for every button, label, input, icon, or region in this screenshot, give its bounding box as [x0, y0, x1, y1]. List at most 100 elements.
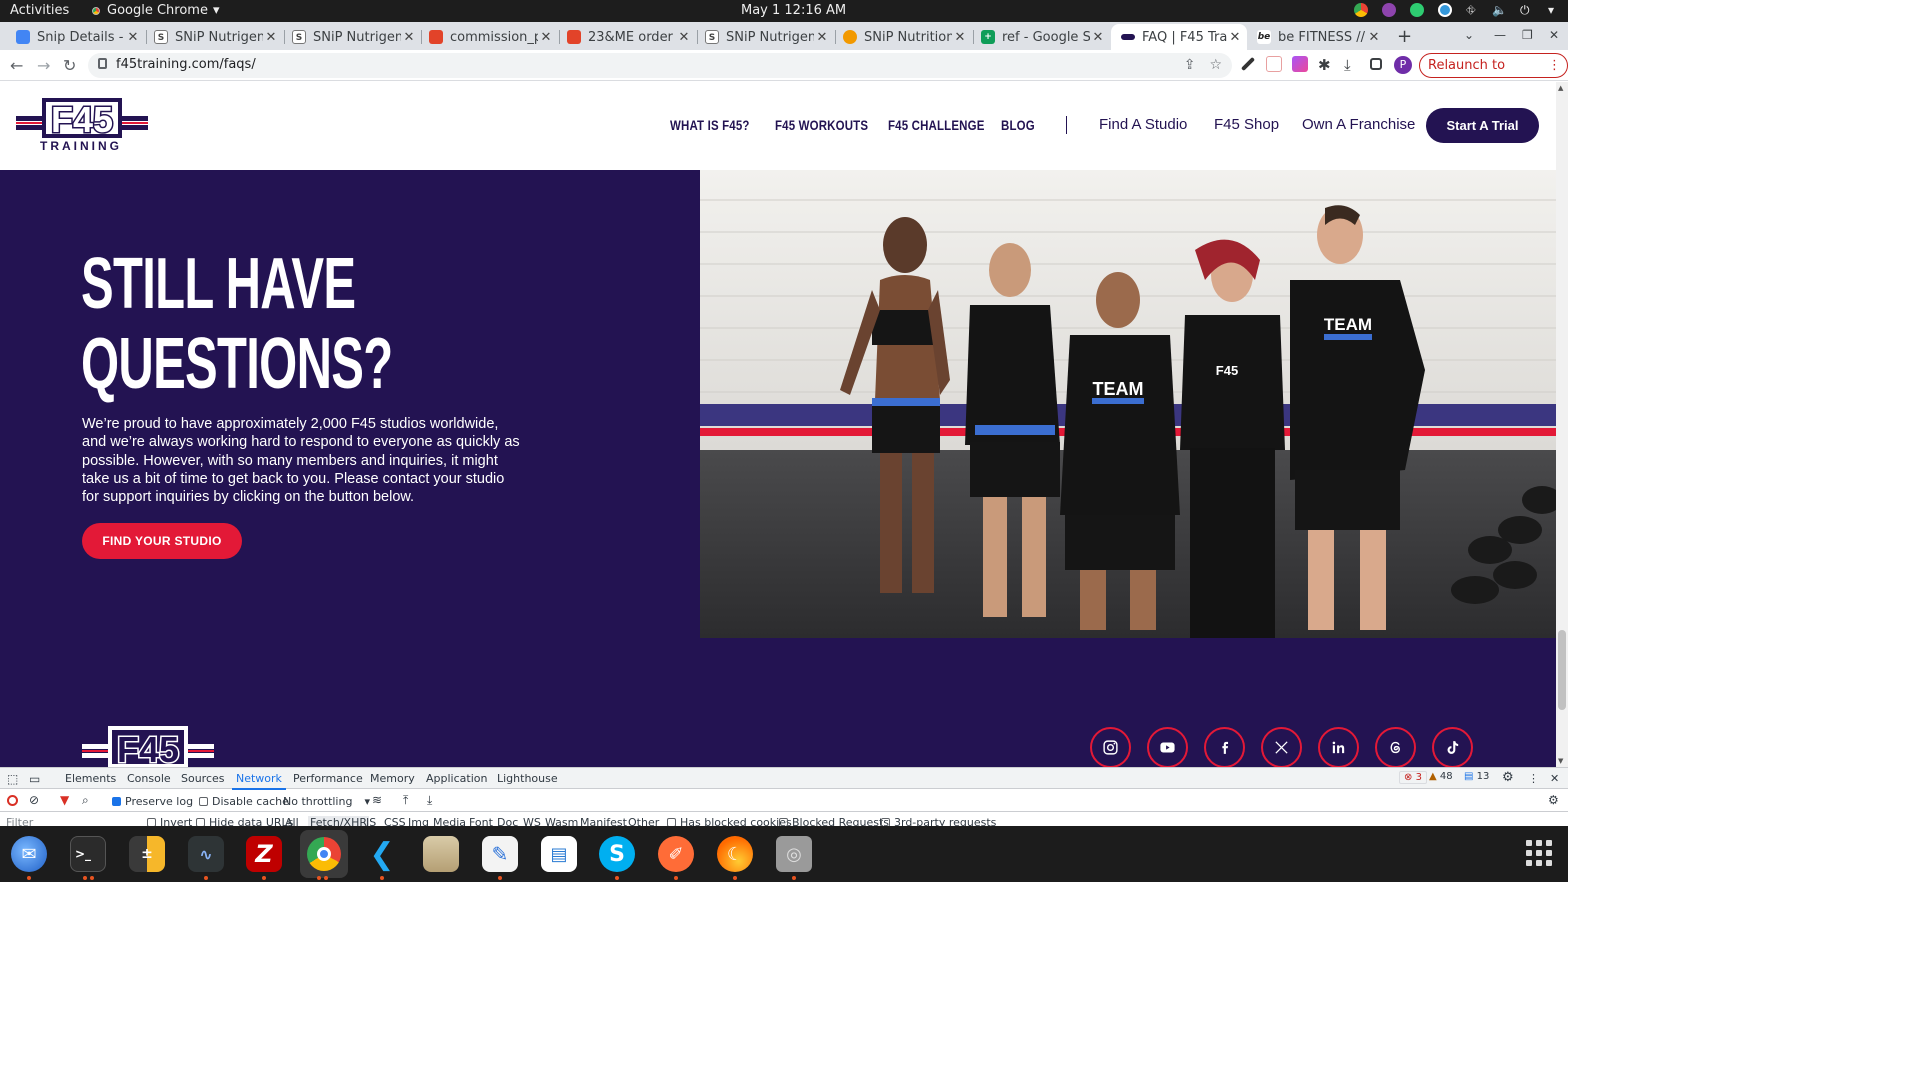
nav-blog[interactable]: BLOG	[1001, 117, 1035, 133]
devtools-tab-application[interactable]: Application	[426, 772, 487, 785]
nav-f45-shop[interactable]: F45 Shop	[1214, 116, 1279, 133]
clear-icon[interactable]: ⊘	[29, 793, 39, 807]
nav-f45-challenge[interactable]: F45 CHALLENGE	[888, 117, 985, 133]
bookmark-star-icon[interactable]: ☆	[1209, 57, 1222, 73]
instagram-icon[interactable]	[1090, 727, 1131, 767]
tab[interactable]: 23&ME order cl✕	[551, 24, 696, 50]
nav-what-is-f45[interactable]: WHAT IS F45?	[670, 117, 750, 133]
app-menu[interactable]: Google Chrome ▾	[90, 3, 220, 18]
network-icon[interactable]: ⛗	[1466, 3, 1478, 17]
skype-icon[interactable]: S	[599, 836, 635, 872]
firefox-like-icon[interactable]: ☾	[717, 836, 753, 872]
chrome-icon[interactable]	[300, 830, 348, 878]
preserve-log-checkbox[interactable]: Preserve log	[112, 795, 193, 808]
facebook-icon[interactable]	[1204, 727, 1245, 767]
filezilla-icon[interactable]: Z	[246, 836, 282, 872]
tray-app-icon[interactable]	[1382, 3, 1396, 17]
inspect-element-icon[interactable]: ⬚	[7, 772, 18, 786]
settings-gear-icon[interactable]: ⚙	[1502, 770, 1514, 785]
network-settings-gear-icon[interactable]: ⚙	[1548, 793, 1559, 807]
extension-icon[interactable]	[1266, 56, 1282, 72]
export-har-icon[interactable]: ⤓	[427, 793, 432, 808]
devtools-tab-memory[interactable]: Memory	[370, 772, 415, 785]
power-icon[interactable]: ⏻	[1520, 3, 1534, 17]
lock-icon[interactable]	[98, 58, 107, 69]
maximize-icon[interactable]: ❐	[1522, 28, 1533, 42]
close-icon[interactable]: ✕	[1090, 30, 1106, 45]
share-icon[interactable]: ⇪	[1184, 57, 1196, 73]
forward-icon[interactable]: →	[37, 56, 50, 75]
threads-icon[interactable]	[1375, 727, 1416, 767]
eyedropper-extension-icon[interactable]	[1240, 56, 1256, 72]
scroll-down-icon[interactable]: ▼	[1558, 757, 1563, 765]
new-tab-button[interactable]: +	[1397, 26, 1412, 47]
address-bar[interactable]: f45training.com/faqs/ ⇪ ☆	[88, 53, 1232, 78]
page-scrollbar[interactable]: ▲ ▼	[1556, 82, 1568, 767]
text-editor-icon[interactable]: ✎	[482, 836, 518, 872]
devtools-tab-lighthouse[interactable]: Lighthouse	[497, 772, 558, 785]
activities-button[interactable]: Activities	[10, 3, 69, 18]
volume-icon[interactable]: 🔈	[1492, 3, 1507, 17]
close-devtools-icon[interactable]: ✕	[1550, 772, 1559, 785]
files-icon[interactable]	[423, 836, 459, 872]
side-panel-icon[interactable]	[1370, 58, 1382, 70]
tab[interactable]: S SNiP Nutrigenc ✕	[276, 24, 421, 50]
postman-icon[interactable]: ✐	[658, 836, 694, 872]
terminal-icon[interactable]: >_	[70, 836, 106, 872]
system-monitor-icon[interactable]: ∿	[188, 836, 224, 872]
disable-cache-checkbox[interactable]: Disable cache	[199, 795, 289, 808]
linkedin-icon[interactable]	[1318, 727, 1359, 767]
youtube-icon[interactable]	[1147, 727, 1188, 767]
disk-icon[interactable]: ◎	[776, 836, 812, 872]
close-window-icon[interactable]: ✕	[1549, 28, 1559, 42]
back-icon[interactable]: ←	[10, 56, 23, 75]
calculator-icon[interactable]: ±	[129, 836, 165, 872]
close-icon[interactable]: ✕	[1366, 30, 1382, 45]
start-trial-button[interactable]: Start A Trial	[1426, 108, 1539, 143]
extension-icon[interactable]	[1292, 56, 1308, 72]
reload-icon[interactable]: ↻	[63, 56, 76, 75]
devtools-tab-elements[interactable]: Elements	[65, 772, 116, 785]
relaunch-button[interactable]: Relaunch to update⋮	[1419, 53, 1568, 96]
import-har-icon[interactable]: ⤒	[403, 793, 408, 808]
tray-app-icon[interactable]	[1410, 3, 1424, 17]
nav-f45-workouts[interactable]: F45 WORKOUTS	[775, 117, 868, 133]
footer-f45-logo[interactable]: F45	[82, 726, 214, 767]
kebab-menu-icon[interactable]: ⋮	[1528, 772, 1539, 785]
devtools-tab-performance[interactable]: Performance	[293, 772, 363, 785]
tab-active[interactable]: FAQ | F45 Traini✕	[1111, 24, 1247, 50]
message-count-badge[interactable]: ▤ 13	[1460, 771, 1493, 782]
url-text[interactable]: f45training.com/faqs/	[116, 57, 256, 72]
system-tray[interactable]: ⛗ 🔈 ⏻ ▾	[1354, 3, 1556, 17]
chevron-down-icon[interactable]: ▾	[1548, 3, 1556, 17]
tab[interactable]: be be FITNESS // D✕	[1241, 24, 1386, 50]
show-applications-icon[interactable]	[1526, 840, 1552, 866]
vscode-icon[interactable]: ❮	[364, 836, 400, 872]
find-your-studio-button[interactable]: FIND YOUR STUDIO	[82, 523, 242, 559]
scroll-up-icon[interactable]: ▲	[1558, 84, 1563, 92]
libreoffice-writer-icon[interactable]: ▤	[541, 836, 577, 872]
tab[interactable]: commission_pa✕	[413, 24, 558, 50]
profile-avatar[interactable]: P	[1394, 56, 1412, 74]
thunderbird-icon[interactable]: ✉	[11, 836, 47, 872]
throttling-select[interactable]: No throttling ▾	[283, 795, 370, 808]
tab-search-icon[interactable]: ⌄	[1464, 28, 1474, 42]
tab[interactable]: S SNiP Nutrigenc ✕	[689, 24, 834, 50]
devtools-tab-sources[interactable]: Sources	[181, 772, 225, 785]
devtools-tab-console[interactable]: Console	[127, 772, 171, 785]
chrome-tray-icon[interactable]	[1354, 3, 1368, 17]
network-conditions-icon[interactable]: ≋	[372, 793, 382, 807]
nav-own-a-franchise[interactable]: Own A Franchise	[1302, 116, 1415, 133]
filter-icon[interactable]: ▼	[60, 793, 69, 807]
tray-app-icon[interactable]	[1438, 3, 1452, 17]
tab[interactable]: S SNiP Nutrigenc ✕	[138, 24, 283, 50]
device-toolbar-icon[interactable]: ▭	[29, 772, 40, 786]
tab[interactable]: SNiP Nutrition ✕	[827, 24, 972, 50]
x-icon[interactable]	[1261, 727, 1302, 767]
error-count-badge[interactable]: ⊗ 3	[1399, 771, 1427, 784]
nav-find-a-studio[interactable]: Find A Studio	[1099, 116, 1187, 133]
warning-count-badge[interactable]: ▲ 48	[1425, 771, 1457, 782]
extensions-puzzle-icon[interactable]: ✱	[1318, 56, 1334, 74]
devtools-tab-network[interactable]: Network	[232, 772, 286, 790]
record-icon[interactable]	[7, 795, 18, 806]
